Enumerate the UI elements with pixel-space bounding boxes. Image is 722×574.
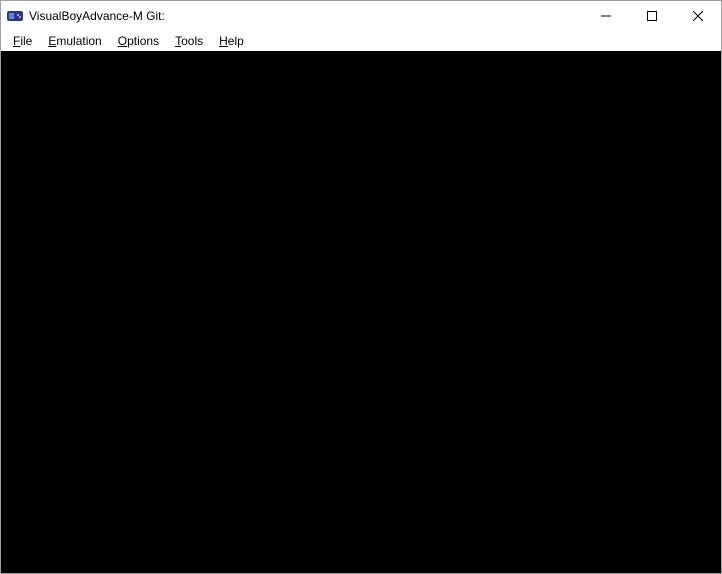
close-button[interactable]: [675, 1, 721, 31]
menubar: File Emulation Options Tools Help: [1, 31, 721, 51]
minimize-button[interactable]: [583, 1, 629, 31]
menu-help[interactable]: Help: [211, 32, 252, 50]
app-window: VisualBoyAdvance-M Git: File Emulat: [0, 0, 722, 574]
emulator-display: [1, 51, 721, 573]
close-icon: [693, 11, 703, 21]
app-icon: [7, 8, 23, 24]
maximize-icon: [647, 11, 657, 21]
menu-tools[interactable]: Tools: [167, 32, 211, 50]
menu-options[interactable]: Options: [110, 32, 167, 50]
menu-file[interactable]: File: [5, 32, 40, 50]
menu-emulation[interactable]: Emulation: [40, 32, 109, 50]
minimize-icon: [601, 11, 611, 21]
maximize-button[interactable]: [629, 1, 675, 31]
titlebar: VisualBoyAdvance-M Git:: [1, 1, 721, 31]
window-title: VisualBoyAdvance-M Git:: [29, 9, 583, 23]
window-controls: [583, 1, 721, 31]
